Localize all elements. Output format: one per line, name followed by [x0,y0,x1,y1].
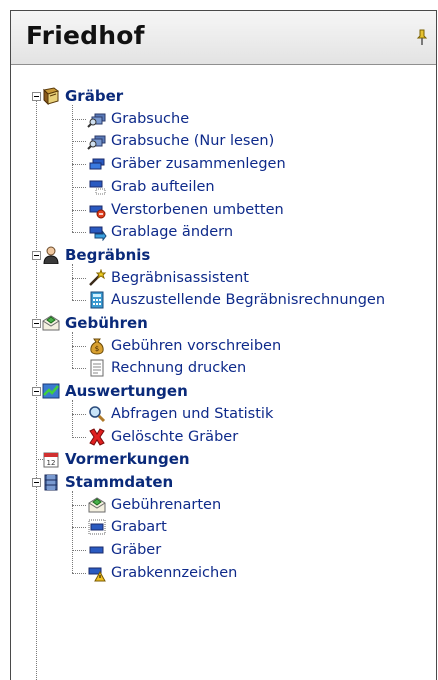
tree-item-label: Grab aufteilen [111,178,215,195]
move-grave-icon [87,223,107,242]
svg-text:12: 12 [47,459,56,467]
magnifier-icon [87,405,107,423]
tree-connector [36,459,43,461]
tree-connector [72,504,86,506]
collapse-toggle[interactable] [32,477,41,487]
navigation-tree: Gräber Grabsuche Grabsuche (Nur lesen) Gräb… [11,11,436,680]
tree-item-label: Gelöschte Gräber [111,428,239,445]
tree-item-graeber[interactable]: Gräber [87,539,161,561]
grave-mark-icon [87,564,107,582]
tree-item-label: Grabkennzeichen [111,564,238,581]
tree-item-label: Gebühren vorschreiben [111,337,282,354]
tree-item-verstorbenen-umbetten[interactable]: Verstorbenen umbetten [87,199,284,221]
tree-item-label: Verstorbenen umbetten [111,201,284,218]
tree-group-auswertungen[interactable]: Auswertungen [41,380,188,402]
tree-group-label: Gräber [65,87,124,105]
tree-group-begraebnis[interactable]: Begräbnis [41,244,150,266]
search-screens-icon [87,132,107,151]
tree-group-label: Stammdaten [65,472,174,491]
tree-connector [72,400,73,437]
calculator-icon [87,291,107,309]
tree-item-grablage-aendern[interactable]: Grablage ändern [87,221,233,243]
tree-connector [72,232,86,234]
tree-connector [72,332,73,369]
tree-group-vormerkungen[interactable]: 12 Vormerkungen [41,448,190,470]
money-bag-icon: $ [87,337,107,355]
rebury-icon [87,201,107,219]
tree-item-grabkennzeichen[interactable]: Grabkennzeichen [87,562,237,584]
tree-group-label: Gebühren [65,314,148,332]
tree-connector [72,550,86,551]
tree-connector [72,490,73,573]
tree-item-label: Grabsuche [111,110,190,127]
tree-item-geloeschte-graeber[interactable]: Gelöschte Gräber [87,426,238,448]
tree-connector [72,368,86,370]
tree-item-label: Grablage ändern [111,224,234,241]
tree-item-grabsuche[interactable]: Grabsuche [87,108,189,130]
grave-type-icon [87,518,107,536]
tree-item-grabart[interactable]: Grabart [87,516,167,538]
delete-x-icon [87,427,107,446]
person-icon [41,246,61,264]
collapse-toggle[interactable] [32,92,41,101]
database-icon [41,473,61,491]
calendar-icon: 12 [41,450,61,468]
tree-connector [72,186,86,188]
tree-connector [72,118,86,120]
envelope-icon [87,496,107,514]
grave-icon [87,541,107,559]
tree-group-gebuehren[interactable]: Gebühren [41,312,148,334]
tree-item-label: Grabsuche (Nur lesen) [111,133,275,150]
tree-item-grab-aufteilen[interactable]: Grab aufteilen [87,176,215,198]
tree-item-auszustellende-begraebnisrechnungen[interactable]: Auszustellende Begräbnisrechnungen [87,289,385,311]
tree-group-label: Begräbnis [65,245,151,264]
tree-group-stammdaten[interactable]: Stammdaten [41,471,173,493]
tree-item-gebuehren-vorschreiben[interactable]: $ Gebühren vorschreiben [87,335,281,357]
tree-connector [72,164,86,166]
tree-item-grabsuche-nur-lesen[interactable]: Grabsuche (Nur lesen) [87,130,274,152]
wizard-wand-icon [87,268,107,287]
collapse-toggle[interactable] [32,319,41,328]
tree-item-graeber-zusammenlegen[interactable]: Gräber zusammenlegen [87,153,286,175]
merge-graves-icon [87,155,107,173]
tree-item-label: Gebührenarten [111,496,222,513]
tree-item-label: Abfragen und Statistik [111,405,274,422]
tree-item-rechnung-drucken[interactable]: Rechnung drucken [87,357,246,379]
tree-connector [72,209,86,211]
tree-item-gebuehrenarten[interactable]: Gebührenarten [87,494,221,516]
book-icon [41,87,61,105]
invoice-icon [87,359,107,377]
tree-item-label: Rechnung drucken [111,360,247,377]
tree-connector [72,572,86,574]
search-screens-icon [87,110,107,128]
tree-item-label: Gräber [111,542,162,558]
chart-icon [41,382,61,400]
tree-connector [72,263,73,301]
tree-item-label: Begräbnisassistent [111,269,249,286]
tree-group-label: Vormerkungen [65,450,190,469]
tree-item-label: Grabart [111,519,167,536]
tree-connector [72,105,73,233]
tree-item-label: Auszustellende Begräbnisrechnungen [111,292,386,309]
tree-item-abfragen-und-statistik[interactable]: Abfragen und Statistik [87,403,273,425]
tree-connector [72,345,86,347]
tree-connector [72,436,86,438]
navigation-panel: Friedhof Gräber Grabsuche Grabsuche (Nur l… [10,10,437,680]
tree-connector [72,413,86,415]
tree-item-begraebnisassistent[interactable]: Begräbnisassistent [87,267,249,289]
collapse-toggle[interactable] [32,250,41,260]
tree-group-label: Auswertungen [65,382,188,401]
tree-connector [72,300,86,302]
tree-connector [72,141,86,143]
tree-connector [72,527,86,529]
tree-group-graeber[interactable]: Gräber [41,85,123,107]
collapse-toggle[interactable] [32,387,41,397]
svg-text:$: $ [95,345,99,353]
tree-connector [72,277,86,279]
envelope-icon [41,314,61,332]
split-grave-icon [87,178,107,196]
tree-item-label: Gräber zusammenlegen [111,156,286,173]
